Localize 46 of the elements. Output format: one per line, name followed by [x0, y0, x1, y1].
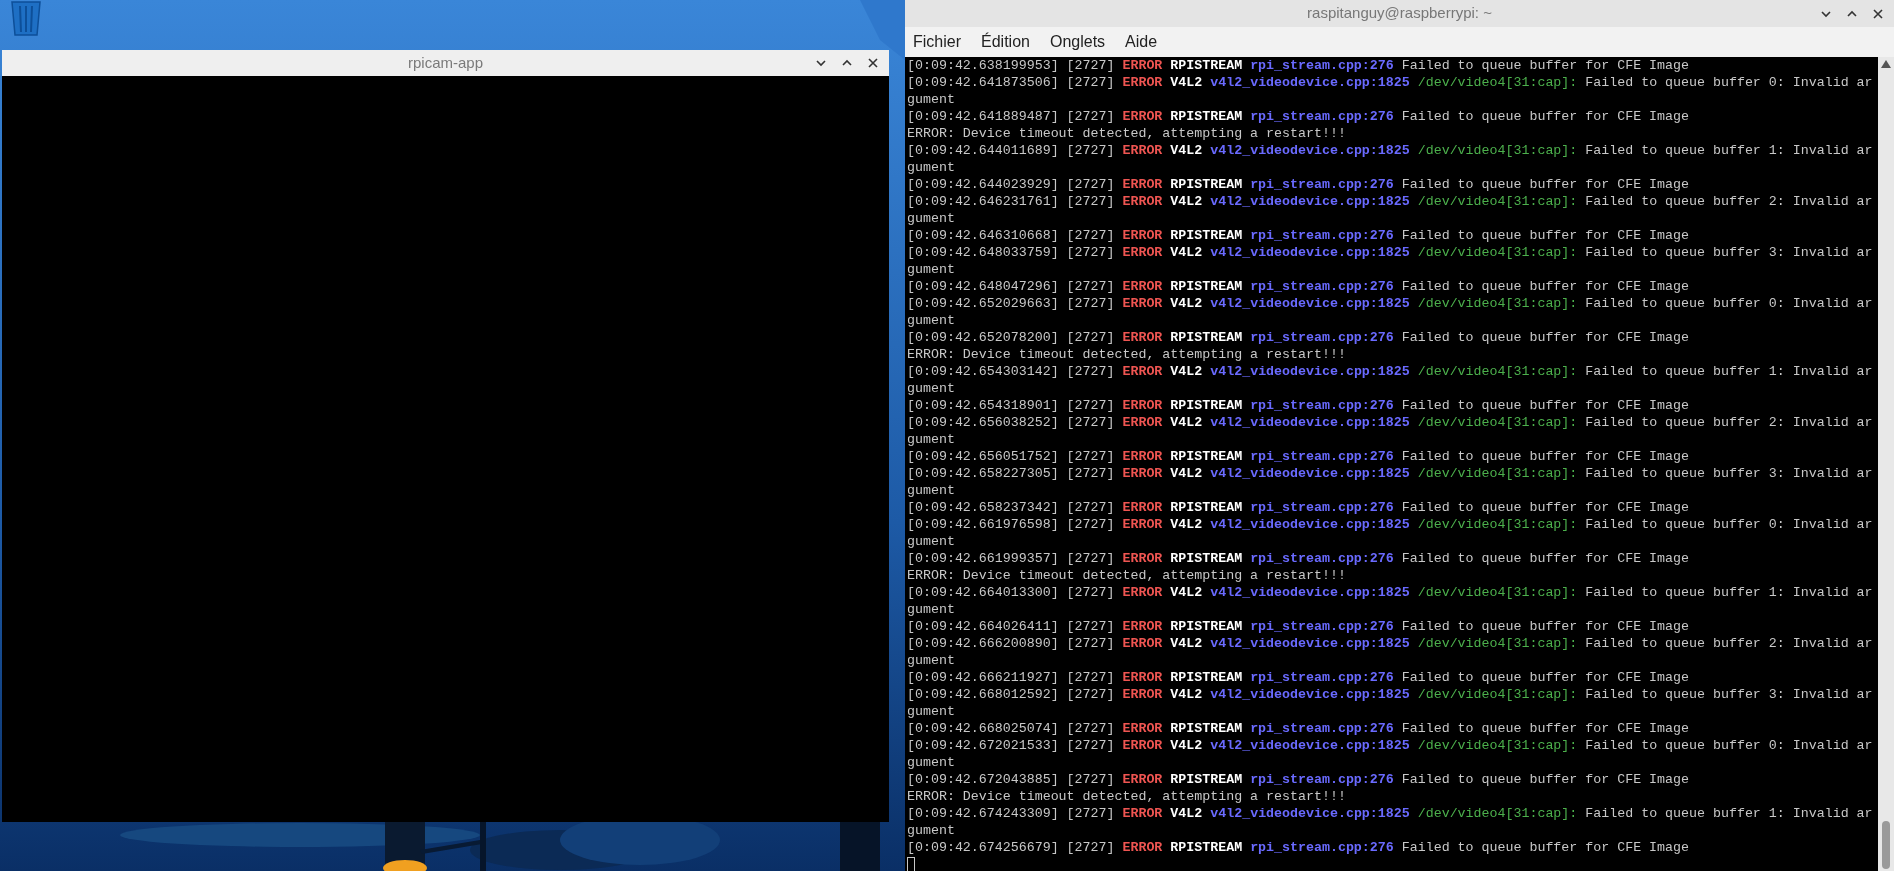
log-line: [0:09:42.661999357] [2727] ERROR RPISTREAM rpi_stream.cpp:276 Failed to queue buffer for CFE Image	[907, 550, 1690, 567]
log-line: [0:09:42.641873506] [2727] ERROR V4L2 v4l2_videodevice.cpp:1825 /dev/video4[31:cap]: Failed to queue buffer 0: Invalid argument	[907, 74, 1874, 108]
log-line: [0:09:42.674256679] [2727] ERROR RPISTREAM rpi_stream.cpp:276 Failed to queue buffer for CFE Image	[907, 839, 1690, 856]
close-icon	[867, 57, 879, 69]
menu-item[interactable]: Fichier	[913, 30, 961, 54]
log-line: [0:09:42.641889487] [2727] ERROR RPISTREAM rpi_stream.cpp:276 Failed to queue buffer for CFE Image	[907, 108, 1690, 125]
log-line: [0:09:42.658237342] [2727] ERROR RPISTREAM rpi_stream.cpp:276 Failed to queue buffer for CFE Image	[907, 499, 1690, 516]
log-line: [0:09:42.644023929] [2727] ERROR RPISTREAM rpi_stream.cpp:276 Failed to queue buffer for CFE Image	[907, 176, 1690, 193]
log-line: [0:09:42.648033759] [2727] ERROR V4L2 v4l2_videodevice.cpp:1825 /dev/video4[31:cap]: Failed to queue buffer 3: Invalid argument	[907, 244, 1874, 278]
log-line: [0:09:42.644011689] [2727] ERROR V4L2 v4l2_videodevice.cpp:1825 /dev/video4[31:cap]: Failed to queue buffer 1: Invalid argument	[907, 142, 1874, 176]
log-line: [0:09:42.658227305] [2727] ERROR V4L2 v4l2_videodevice.cpp:1825 /dev/video4[31:cap]: Failed to queue buffer 3: Invalid argument	[907, 465, 1874, 499]
scrollbar[interactable]	[1878, 57, 1894, 871]
close-icon	[1872, 7, 1884, 20]
log-line: ERROR: Device timeout detected, attempting a restart!!!	[907, 567, 1347, 584]
scrollbar-thumb[interactable]	[1882, 821, 1890, 869]
log-line: [0:09:42.652029663] [2727] ERROR V4L2 v4l2_videodevice.cpp:1825 /dev/video4[31:cap]: Failed to queue buffer 0: Invalid argument	[907, 295, 1874, 329]
log-line: [0:09:42.666211927] [2727] ERROR RPISTREAM rpi_stream.cpp:276 Failed to queue buffer for CFE Image	[907, 669, 1690, 686]
log-line: [0:09:42.656051752] [2727] ERROR RPISTREAM rpi_stream.cpp:276 Failed to queue buffer for CFE Image	[907, 448, 1690, 465]
log-line: [0:09:42.652078200] [2727] ERROR RPISTREAM rpi_stream.cpp:276 Failed to queue buffer for CFE Image	[907, 329, 1690, 346]
menu-item[interactable]: Onglets	[1049, 30, 1106, 54]
log-line: ERROR: Device timeout detected, attempting a restart!!!	[907, 788, 1347, 805]
menu-item[interactable]: Édition	[981, 30, 1030, 54]
log-line: [0:09:42.666200890] [2727] ERROR V4L2 v4l2_videodevice.cpp:1825 /dev/video4[31:cap]: Failed to queue buffer 2: Invalid argument	[907, 635, 1874, 669]
log-line: [0:09:42.672043885] [2727] ERROR RPISTREAM rpi_stream.cpp:276 Failed to queue buffer for CFE Image	[907, 771, 1690, 788]
log-line: ERROR: Device timeout detected, attempting a restart!!!	[907, 346, 1347, 363]
log-line: [0:09:42.672021533] [2727] ERROR V4L2 v4l2_videodevice.cpp:1825 /dev/video4[31:cap]: Failed to queue buffer 0: Invalid argument	[907, 737, 1874, 771]
log-line: [0:09:42.646231761] [2727] ERROR V4L2 v4l2_videodevice.cpp:1825 /dev/video4[31:cap]: Failed to queue buffer 2: Invalid argument	[907, 193, 1874, 227]
log-line: [0:09:42.648047296] [2727] ERROR RPISTREAM rpi_stream.cpp:276 Failed to queue buffer for CFE Image	[907, 278, 1690, 295]
log-line: [0:09:42.668012592] [2727] ERROR V4L2 v4l2_videodevice.cpp:1825 /dev/video4[31:cap]: Failed to queue buffer 3: Invalid argument	[907, 686, 1874, 720]
log-line: [0:09:42.654318901] [2727] ERROR RPISTREAM rpi_stream.cpp:276 Failed to queue buffer for CFE Image	[907, 397, 1690, 414]
log-line: [0:09:42.664026411] [2727] ERROR RPISTREAM rpi_stream.cpp:276 Failed to queue buffer for CFE Image	[907, 618, 1690, 635]
log-line: [0:09:42.646310668] [2727] ERROR RPISTREAM rpi_stream.cpp:276 Failed to queue buffer for CFE Image	[907, 227, 1690, 244]
window-title: raspitanguy@raspberrypi: ~	[1307, 3, 1492, 24]
scroll-up-icon[interactable]	[1881, 60, 1891, 68]
log-line: [0:09:42.664013300] [2727] ERROR V4L2 v4l2_videodevice.cpp:1825 /dev/video4[31:cap]: Failed to queue buffer 1: Invalid argument	[907, 584, 1874, 618]
chevron-down-icon	[815, 57, 827, 69]
log-line: [0:09:42.638199953] [2727] ERROR RPISTREAM rpi_stream.cpp:276 Failed to queue buffer for CFE Image	[907, 57, 1690, 74]
log-line: [0:09:42.674243309] [2727] ERROR V4L2 v4l2_videodevice.cpp:1825 /dev/video4[31:cap]: Failed to queue buffer 1: Invalid argument	[907, 805, 1874, 839]
log-line: [0:09:42.654303142] [2727] ERROR V4L2 v4l2_videodevice.cpp:1825 /dev/video4[31:cap]: Failed to queue buffer 1: Invalid argument	[907, 363, 1874, 397]
log-line: [0:09:42.661976598] [2727] ERROR V4L2 v4l2_videodevice.cpp:1825 /dev/video4[31:cap]: Failed to queue buffer 0: Invalid argument	[907, 516, 1874, 550]
log-line: ERROR: Device timeout detected, attempting a restart!!!	[907, 125, 1347, 142]
menu-item[interactable]: Aide	[1125, 30, 1158, 54]
text-cursor	[907, 857, 915, 871]
log-line: [0:09:42.668025074] [2727] ERROR RPISTREAM rpi_stream.cpp:276 Failed to queue buffer for CFE Image	[907, 720, 1690, 737]
window-title: rpicam-app	[408, 52, 483, 73]
log-line: [0:09:42.656038252] [2727] ERROR V4L2 v4l2_videodevice.cpp:1825 /dev/video4[31:cap]: Failed to queue buffer 2: Invalid argument	[907, 414, 1874, 448]
